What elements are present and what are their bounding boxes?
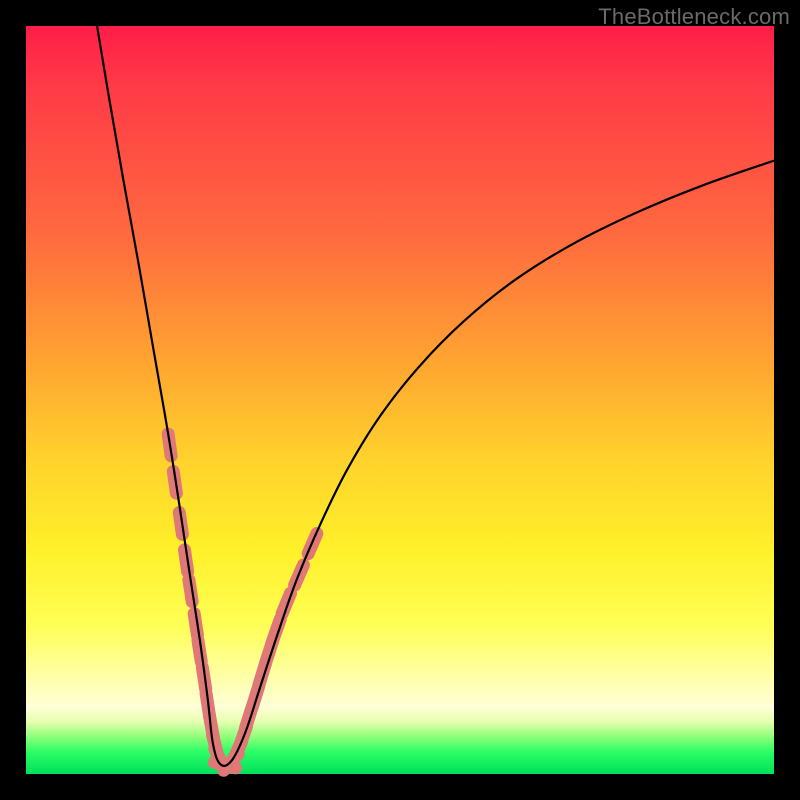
plot-area — [26, 26, 774, 774]
chart-frame: TheBottleneck.com — [0, 0, 800, 800]
watermark-text: TheBottleneck.com — [598, 4, 790, 30]
curve-svg — [26, 26, 774, 774]
marker-layer — [168, 434, 317, 770]
